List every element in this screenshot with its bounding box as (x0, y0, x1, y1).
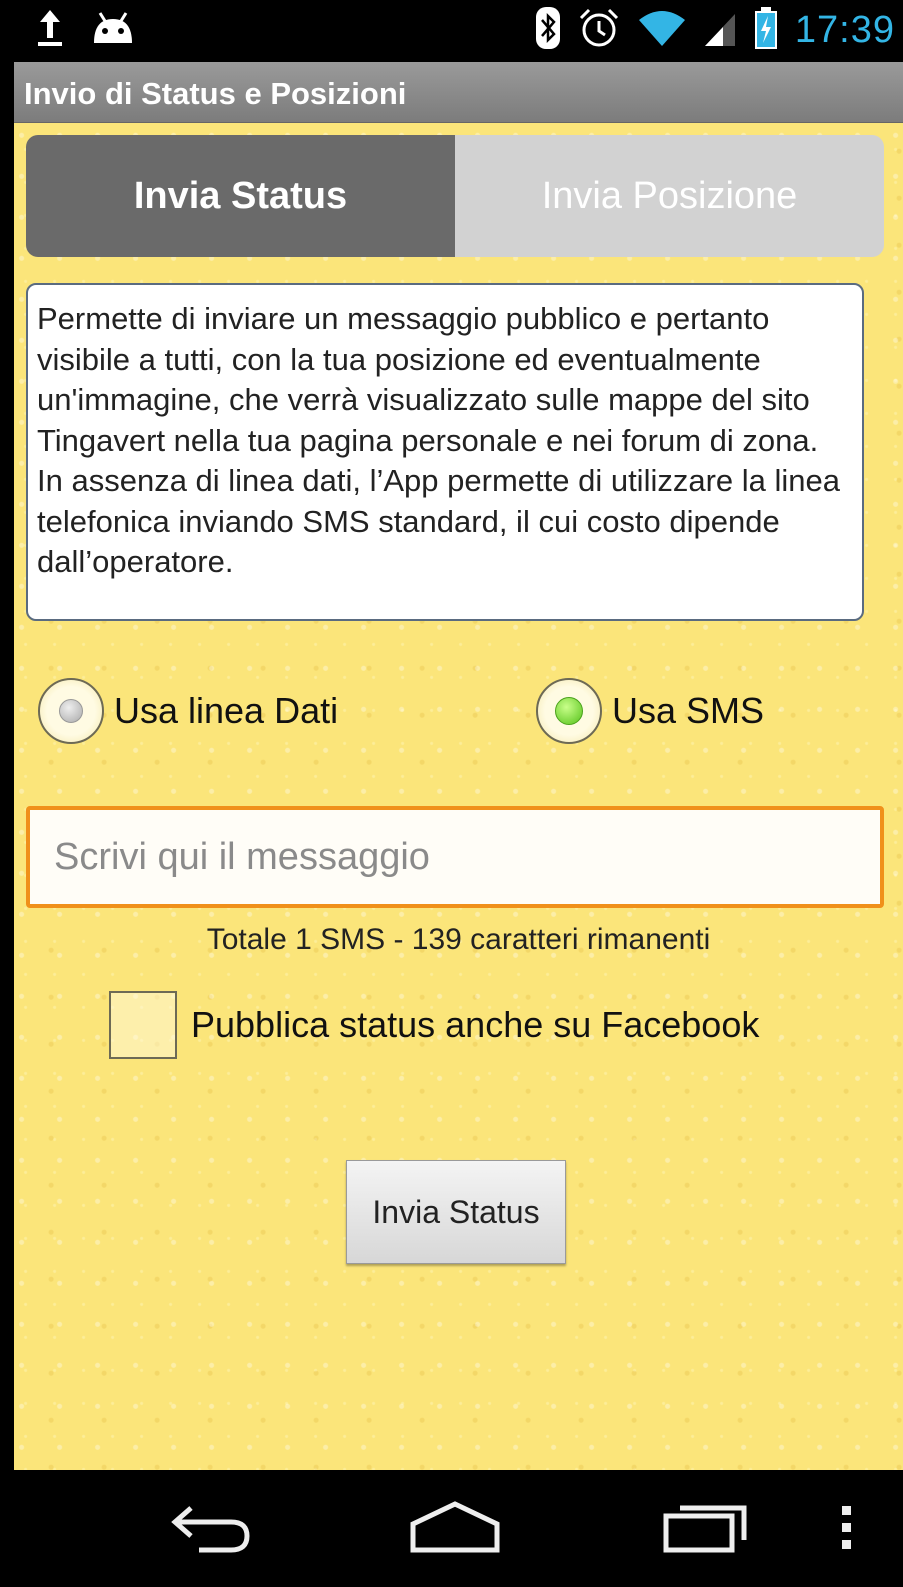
menu-icon[interactable] (840, 1500, 854, 1561)
radio-button[interactable] (38, 678, 104, 744)
info-paragraph: Permette di inviare un messaggio pubblic… (37, 301, 819, 458)
recents-icon[interactable] (662, 1500, 750, 1561)
send-status-button[interactable]: Invia Status (346, 1160, 566, 1264)
tab-invia-posizione[interactable]: Invia Posizione (455, 135, 884, 257)
radio-usa-sms[interactable]: Usa SMS (536, 678, 764, 744)
radio-usa-linea-dati[interactable]: Usa linea Dati (38, 678, 338, 744)
radio-label: Usa SMS (612, 690, 765, 731)
connection-radio-group: Usa linea Dati Usa SMS (14, 678, 903, 768)
navigation-bar (14, 1470, 903, 1587)
signal-icon (703, 8, 737, 53)
info-paragraph: In assenza di linea dati, l’App permette… (37, 463, 841, 579)
content-area: Invia Status Invia Posizione Permette di… (14, 123, 903, 1470)
bluetooth-icon (535, 6, 561, 55)
upload-icon (36, 8, 64, 53)
phone-screen: 17:39 Invio di Status e Posizioni Invia … (14, 0, 903, 1587)
message-field[interactable] (26, 806, 884, 908)
radio-button[interactable] (536, 678, 602, 744)
radio-dot (59, 699, 83, 723)
wifi-icon (637, 8, 687, 53)
info-box: Permette di inviare un messaggio pubblic… (26, 283, 864, 621)
android-icon (90, 11, 136, 50)
back-icon[interactable] (169, 1500, 253, 1561)
facebook-checkbox[interactable] (109, 991, 177, 1059)
sms-counter: Totale 1 SMS - 139 caratteri rimanenti (206, 923, 711, 956)
alarm-icon (577, 6, 621, 55)
clock: 17:39 (794, 9, 895, 51)
tab-invia-status[interactable]: Invia Status (26, 135, 455, 257)
radio-label: Usa linea Dati (114, 690, 339, 731)
home-icon[interactable] (409, 1500, 501, 1561)
message-input[interactable] (52, 834, 858, 880)
facebook-option[interactable]: Pubblica status anche su Facebook (109, 991, 759, 1059)
page-title: Invio di Status e Posizioni (24, 76, 407, 111)
radio-dot-selected (555, 697, 583, 725)
facebook-label: Pubblica status anche su Facebook (191, 1004, 760, 1045)
status-bar: 17:39 (14, 0, 903, 62)
action-bar: Invio di Status e Posizioni (14, 62, 903, 123)
tab-bar: Invia Status Invia Posizione (26, 135, 884, 257)
battery-charging-icon (753, 6, 779, 55)
